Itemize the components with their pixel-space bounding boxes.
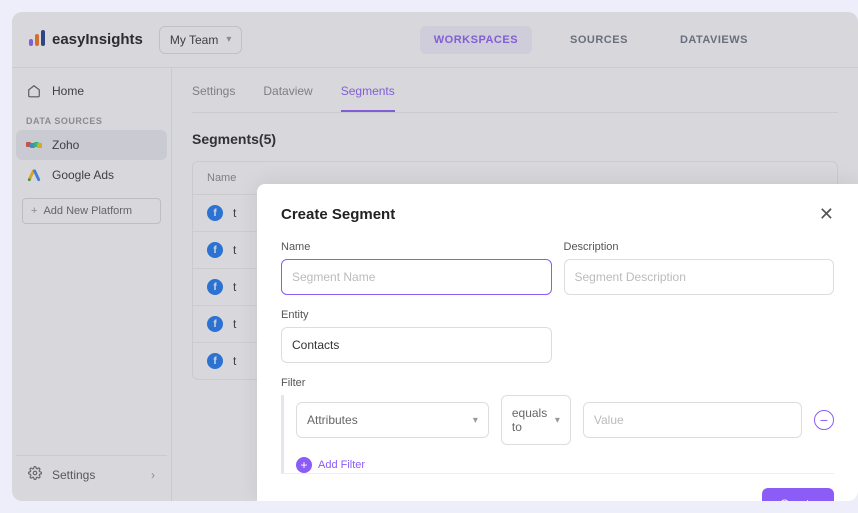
name-label: Name xyxy=(281,241,552,253)
filter-value-input[interactable] xyxy=(583,402,802,438)
create-button[interactable]: Create xyxy=(762,488,834,501)
add-filter-label: Add Filter xyxy=(318,459,365,471)
filter-operator-value: equals to xyxy=(512,406,555,434)
segment-name-input[interactable] xyxy=(281,259,552,295)
entity-label: Entity xyxy=(281,309,552,321)
remove-filter-button[interactable]: − xyxy=(814,410,834,430)
description-label: Description xyxy=(564,241,835,253)
chevron-down-icon: ▾ xyxy=(555,415,560,426)
entity-input[interactable] xyxy=(281,327,552,363)
plus-circle-icon: + xyxy=(296,457,312,473)
filter-attribute-select[interactable]: Attributes ▾ xyxy=(296,402,489,438)
filter-label: Filter xyxy=(281,377,834,389)
chevron-down-icon: ▾ xyxy=(473,415,478,426)
modal-title: Create Segment xyxy=(281,206,395,223)
add-filter-button[interactable]: + Add Filter xyxy=(296,457,834,473)
filter-attribute-value: Attributes xyxy=(307,413,358,427)
segment-description-input[interactable] xyxy=(564,259,835,295)
filter-operator-select[interactable]: equals to ▾ xyxy=(501,395,571,445)
create-segment-modal: Create Segment ✕ Name Description Entity… xyxy=(257,184,858,501)
close-icon[interactable]: ✕ xyxy=(819,204,834,225)
